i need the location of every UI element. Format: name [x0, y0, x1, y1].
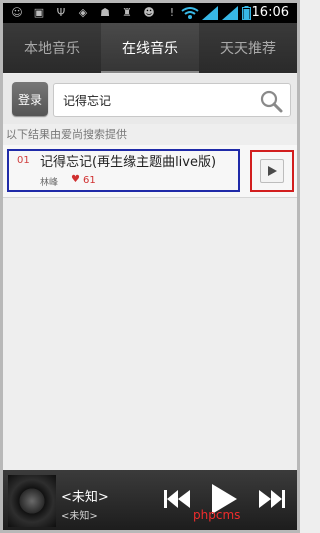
signal-icon [222, 6, 238, 20]
search-row: 登录 记得忘记 [3, 74, 297, 124]
result-title: 记得忘记(再生缘主题曲live版) [40, 155, 217, 170]
watermark: phpcms [193, 508, 241, 522]
cat-icon: ☗ [100, 6, 110, 19]
android-icon: ☻ [143, 6, 155, 19]
tab-bar: 本地音乐 在线音乐 天天推荐 [3, 23, 297, 73]
signal-icon [202, 6, 218, 20]
result-count: 61 [83, 175, 96, 186]
usb-icon: Ψ [56, 6, 66, 19]
tab-online-music[interactable]: 在线音乐 [101, 23, 199, 73]
search-input[interactable]: 记得忘记 [53, 83, 291, 117]
tab-local-music[interactable]: 本地音乐 [3, 23, 101, 73]
wifi-icon [181, 7, 199, 19]
result-artist: 林峰 [40, 178, 59, 188]
shield-icon: ♜ [122, 6, 132, 19]
next-icon[interactable] [258, 487, 286, 511]
previous-icon[interactable] [163, 487, 191, 511]
alert-icon: ! [169, 6, 175, 19]
battery-icon [242, 6, 251, 20]
player-bar: <未知> <未知> [3, 470, 297, 530]
play-button[interactable] [260, 159, 284, 183]
tray-icon: ▣ [33, 6, 45, 19]
status-bar: ☺ ▣ Ψ ◈ ☗ ♜ ☻ ! 16:06 [3, 3, 297, 23]
search-query: 记得忘记 [63, 94, 112, 108]
android-icon: ☺ [11, 6, 23, 19]
result-index: 01 [17, 155, 30, 166]
notification-icon: ◈ [78, 6, 88, 19]
play-icon [268, 166, 277, 176]
heart-icon: ♥ [71, 174, 80, 185]
now-playing-title: <未知> [61, 490, 109, 505]
now-playing-artist: <未知> [61, 511, 98, 522]
login-button[interactable]: 登录 [12, 82, 48, 116]
tab-daily-recommend[interactable]: 天天推荐 [199, 23, 297, 73]
status-time: 16:06 [251, 5, 289, 20]
list-item[interactable]: 01 记得忘记(再生缘主题曲live版) 林峰 ♥ 61 [3, 145, 297, 198]
album-art[interactable] [8, 475, 56, 527]
search-icon[interactable] [258, 88, 284, 114]
search-provider-hint: 以下结果由爱尚搜索提供 [6, 128, 127, 141]
